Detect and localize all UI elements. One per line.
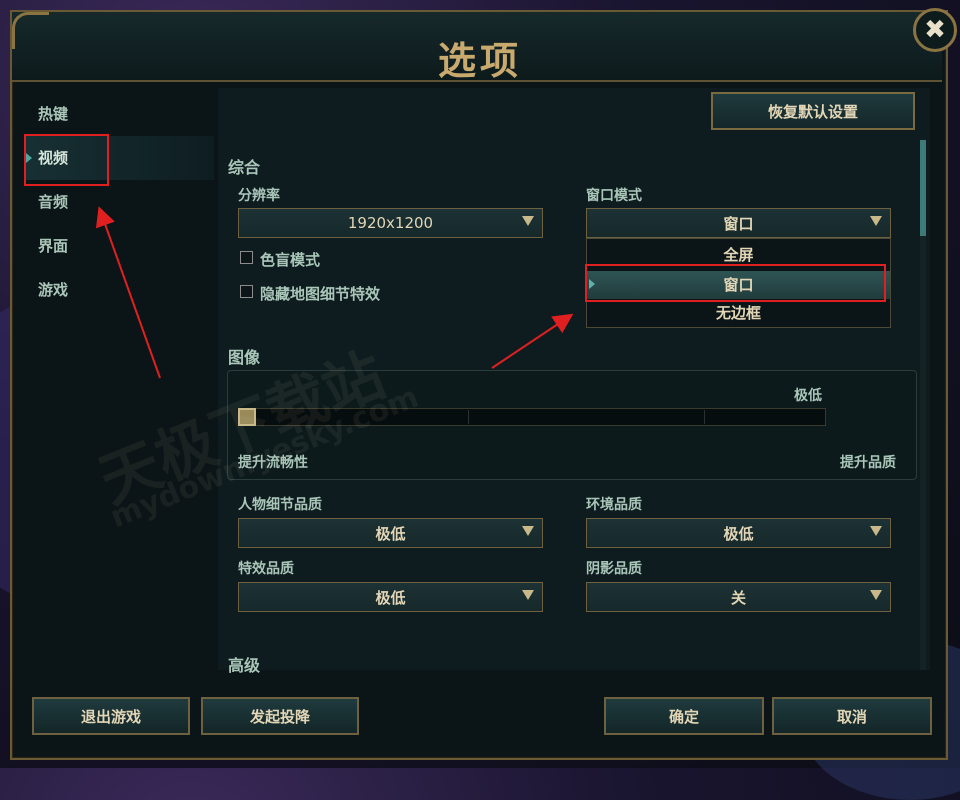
- arrow-to-windowed-option: [491, 313, 574, 369]
- annotation-arrows: [95, 206, 574, 379]
- arrow-to-video-tab: [95, 206, 161, 379]
